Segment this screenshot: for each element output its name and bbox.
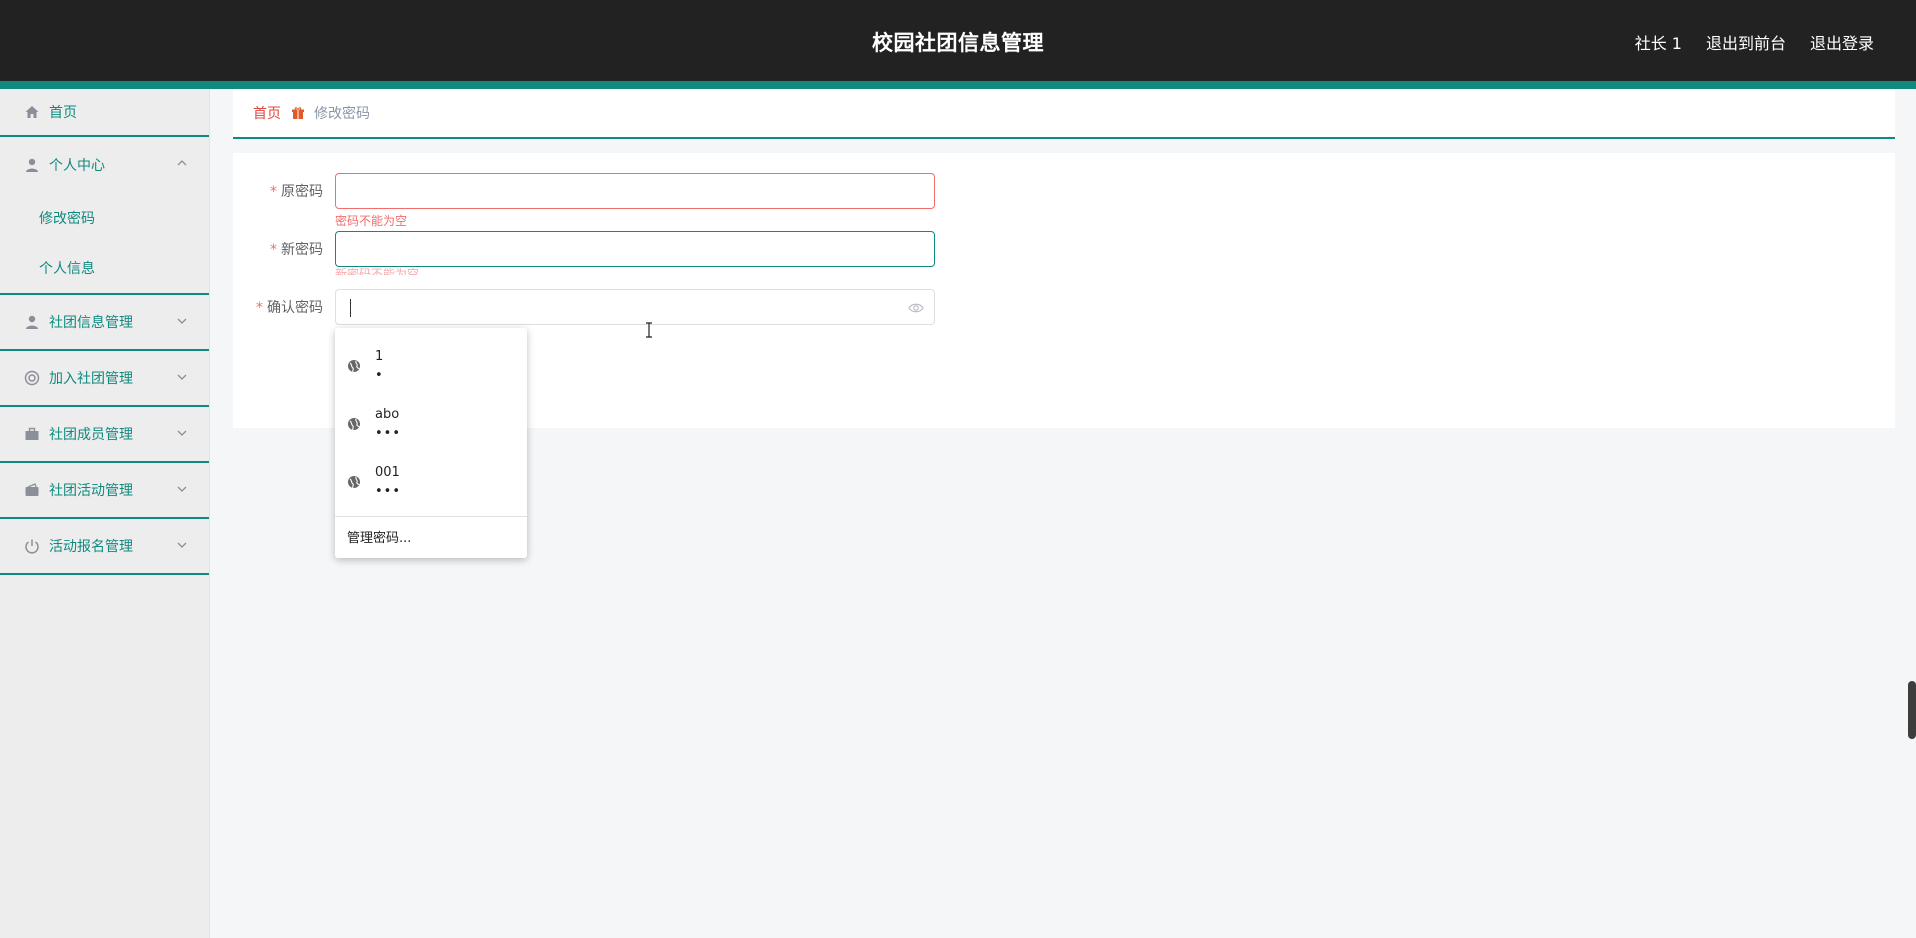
sidebar-item-home[interactable]: 首页 [0,89,209,137]
autofill-entry[interactable]: 001 ••• [335,453,527,511]
top-bar: 校园社团信息管理 社长 1 退出到前台 退出登录 [0,0,1916,81]
sidebar-item-activity-signup[interactable]: 活动报名管理 [0,519,209,575]
chevron-down-icon [177,486,187,492]
globe-icon [348,476,360,489]
globe-icon [348,360,360,373]
user-icon [23,313,41,331]
old-password-field[interactable] [335,173,935,209]
sidebar-item-label: 活动报名管理 [49,539,133,555]
breadcrumb-current: 修改密码 [314,106,370,122]
exit-to-front-link[interactable]: 退出到前台 [1706,30,1786,54]
required-mark: * [256,300,263,316]
header-links: 社长 1 退出到前台 退出登录 [1635,30,1874,54]
confirm-password-label-text: 确认密码 [267,300,323,316]
sidebar-item-label: 个人中心 [49,158,105,174]
power-icon [23,537,41,555]
manage-passwords-link[interactable]: 管理密码... [347,527,411,546]
sidebar-item-personal-center[interactable]: 个人中心 [0,137,209,193]
chevron-down-icon [177,542,187,548]
new-password-label-text: 新密码 [281,242,323,258]
sidebar: 首页 个人中心 修改密码 个人信息 社团信息管理 加入社团管理 社团成员管理 社… [0,89,210,938]
sidebar-item-label: 社团活动管理 [49,483,133,499]
breadcrumb-home-link[interactable]: 首页 [253,103,281,123]
sidebar-group-personal-center: 个人中心 修改密码 个人信息 [0,137,209,295]
header-accent-bar [0,81,1916,89]
required-mark: * [270,184,277,200]
text-caret [350,299,351,317]
globe-icon [348,418,360,431]
old-password-label-text: 原密码 [281,184,323,200]
sidebar-item-club-members[interactable]: 社团成员管理 [0,407,209,463]
breadcrumb: 首页 修改密码 [233,89,1895,139]
sidebar-item-club-info[interactable]: 社团信息管理 [0,295,209,351]
sidebar-item-label: 社团成员管理 [49,427,133,443]
autofill-entry[interactable]: abo ••• [335,395,527,453]
sidebar-subitem-change-password[interactable]: 修改密码 [0,193,209,243]
form-row-new-password: * 新密码 [233,231,935,267]
eye-icon[interactable] [908,301,924,315]
old-password-error: 密码不能为空 [335,214,408,228]
logout-link[interactable]: 退出登录 [1810,30,1874,54]
autofill-entry[interactable]: 1 • [335,337,527,395]
autofill-divider [335,516,527,517]
wallet-icon [23,481,41,499]
password-autofill-dropdown: 1 • abo ••• 001 ••• 管理密码... [335,328,527,558]
autofill-username: abo [375,407,400,422]
autofill-password-mask: ••• [375,426,402,441]
sidebar-item-join-club[interactable]: 加入社团管理 [0,351,209,407]
autofill-password-mask: ••• [375,484,402,499]
chevron-down-icon [177,430,187,436]
user-name-link[interactable]: 社长 1 [1635,30,1682,54]
autofill-username: 001 [375,465,400,480]
lifebuoy-icon [23,369,41,387]
form-row-confirm-password: * 确认密码 [233,289,935,325]
required-mark: * [270,242,277,258]
confirm-password-field[interactable] [335,289,935,325]
sidebar-item-club-activities[interactable]: 社团活动管理 [0,463,209,519]
chevron-up-icon [177,160,187,166]
briefcase-icon [23,425,41,443]
autofill-password-mask: • [375,368,384,383]
new-password-field[interactable] [335,231,935,267]
new-password-error: 新密码不能为空 [335,267,420,275]
sidebar-item-label: 首页 [49,105,77,121]
new-password-label: * 新密码 [233,239,335,259]
home-icon [23,103,41,121]
chevron-down-icon [177,318,187,324]
chevron-down-icon [177,374,187,380]
sidebar-subitem-personal-info[interactable]: 个人信息 [0,243,209,293]
user-icon [23,156,41,174]
sidebar-item-label: 社团信息管理 [49,315,133,331]
app-title: 校园社团信息管理 [872,31,1044,55]
ibeam-cursor-icon [646,322,652,338]
confirm-password-label: * 确认密码 [233,297,335,317]
gift-icon [291,106,305,120]
old-password-label: * 原密码 [233,181,335,201]
autofill-username: 1 [375,349,384,364]
scrollbar-thumb[interactable] [1908,681,1916,739]
sidebar-item-label: 加入社团管理 [49,371,133,387]
form-row-old-password: * 原密码 [233,173,935,209]
